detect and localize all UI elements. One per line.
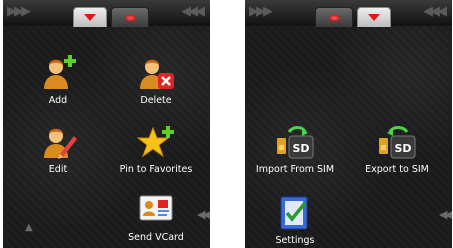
add-label: Add bbox=[48, 95, 68, 106]
add-contact-icon bbox=[44, 55, 76, 89]
send-vcard-button[interactable]: Send VCard bbox=[106, 192, 206, 248]
pin-to-favorites-label: Pin to Favorites bbox=[119, 164, 193, 175]
export-to-sim-button[interactable]: SD Export to SIM bbox=[347, 124, 447, 184]
tab-bar: ▶▶▶ ◀◀◀ bbox=[245, 0, 452, 27]
down-scroll-arrows-icon[interactable]: ▲ bbox=[25, 222, 33, 233]
sd-card-label: SD bbox=[394, 142, 411, 155]
tab-page-1[interactable] bbox=[315, 7, 353, 27]
settings-label: Settings bbox=[275, 235, 315, 246]
scroll-right-arrows-icon[interactable]: ◀◀◀ bbox=[423, 4, 447, 20]
export-to-sim-label: Export to SIM bbox=[365, 164, 429, 175]
sd-card-label: SD bbox=[292, 142, 309, 155]
delete-contact-button[interactable]: Delete bbox=[106, 55, 206, 115]
pin-favorites-icon bbox=[136, 126, 174, 158]
export-sim-icon: SD bbox=[379, 126, 416, 159]
tab-page-2[interactable] bbox=[111, 7, 149, 27]
tab-page-2[interactable] bbox=[357, 7, 391, 27]
send-vcard-label: Send VCard bbox=[128, 232, 184, 243]
side-scroll-arrows-icon[interactable]: ◀◀ bbox=[197, 208, 210, 221]
import-from-sim-label: Import From SIM bbox=[255, 164, 335, 175]
import-from-sim-button[interactable]: SD Import From SIM bbox=[245, 124, 345, 184]
scroll-left-arrows-icon[interactable]: ▶▶▶ bbox=[249, 4, 273, 20]
edit-contact-button[interactable]: Edit bbox=[8, 124, 108, 184]
inactive-tab-indicator-icon bbox=[328, 14, 340, 21]
edit-label: Edit bbox=[48, 164, 68, 175]
active-tab-indicator-icon bbox=[368, 14, 380, 21]
add-contact-button[interactable]: Add bbox=[8, 55, 108, 115]
active-tab-indicator-icon bbox=[84, 14, 96, 21]
scroll-left-arrows-icon[interactable]: ▶▶▶ bbox=[7, 4, 31, 20]
tab-bar: ▶▶▶ ◀◀◀ bbox=[3, 0, 210, 27]
scroll-right-arrows-icon[interactable]: ◀◀◀ bbox=[181, 4, 205, 20]
settings-button[interactable]: Settings bbox=[245, 195, 345, 248]
vcard-icon bbox=[139, 195, 173, 221]
settings-icon bbox=[280, 196, 308, 230]
tab-page-1[interactable] bbox=[73, 7, 107, 27]
inactive-tab-indicator-icon bbox=[124, 14, 136, 21]
pin-to-favorites-button[interactable]: Pin to Favorites bbox=[106, 124, 206, 184]
delete-contact-icon bbox=[140, 59, 174, 89]
import-sim-icon: SD bbox=[277, 126, 314, 159]
phonebook-menu-page-1: ▶▶▶ ◀◀◀ Add Delete Edit Pin to Favorites… bbox=[3, 0, 210, 248]
phonebook-menu-page-2: ▶▶▶ ◀◀◀ SD Import From SIM SD Export to … bbox=[245, 0, 452, 248]
side-scroll-arrows-icon[interactable]: ◀◀ bbox=[439, 208, 452, 221]
delete-label: Delete bbox=[140, 95, 172, 106]
edit-contact-icon bbox=[44, 128, 77, 159]
